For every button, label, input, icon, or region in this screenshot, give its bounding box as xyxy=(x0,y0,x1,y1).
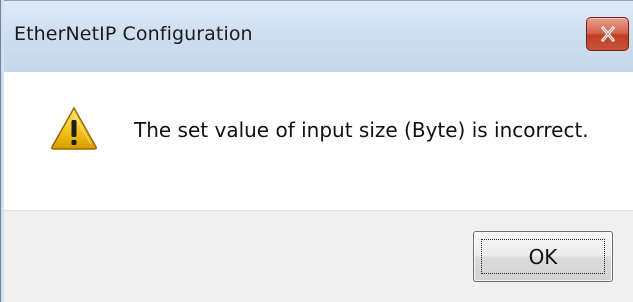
window-title: EtherNetIP Configuration xyxy=(14,23,253,45)
message-dialog: EtherNetIP Configuration The set value o… xyxy=(0,0,633,302)
warning-message: The set value of input size (Byte) is in… xyxy=(134,118,589,142)
close-button[interactable] xyxy=(586,17,629,51)
ok-button-label: OK xyxy=(528,245,558,269)
close-icon xyxy=(600,25,616,43)
ok-button[interactable]: OK xyxy=(473,231,613,282)
title-bar[interactable]: EtherNetIP Configuration xyxy=(4,0,633,72)
button-bar: OK xyxy=(4,210,633,302)
warning-icon xyxy=(51,106,97,150)
dialog-content: The set value of input size (Byte) is in… xyxy=(4,72,633,210)
